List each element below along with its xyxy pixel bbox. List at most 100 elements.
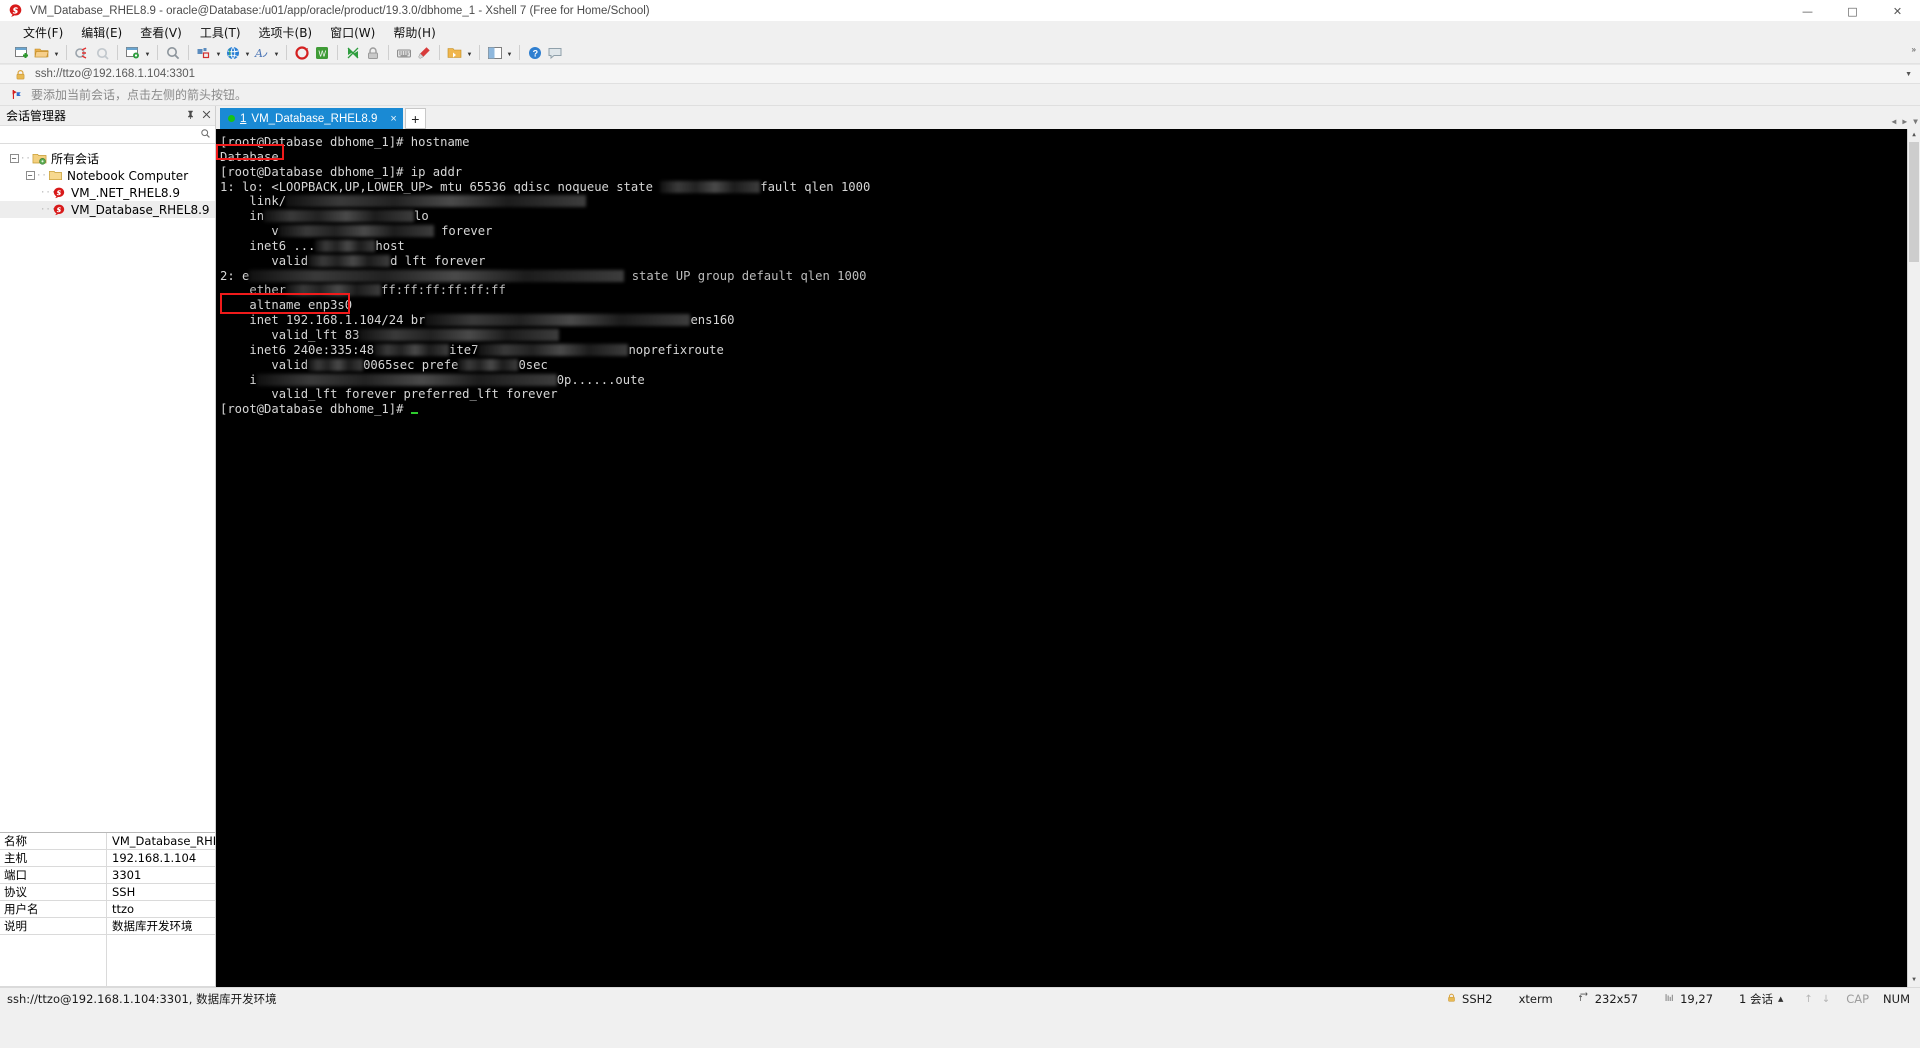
new-tab-button[interactable]: +: [404, 108, 426, 129]
close-button[interactable]: ✕: [1875, 0, 1920, 22]
layout-button[interactable]: [485, 43, 505, 63]
compose-pane-button[interactable]: [343, 43, 363, 63]
property-key: 协议: [0, 884, 107, 900]
table-row: 端口 3301: [0, 867, 215, 884]
table-row: 说明 数据库开发环境: [0, 918, 215, 935]
status-size-cell: 232x57: [1566, 988, 1651, 1011]
keyboard-button[interactable]: [394, 43, 414, 63]
menu-tabs[interactable]: 选项卡(B): [250, 22, 322, 43]
terminal-last-inet6-tail: 0p......oute: [556, 372, 645, 387]
property-port: 3301: [112, 868, 142, 882]
session-properties-caret-icon[interactable]: ▼: [143, 45, 152, 61]
menu-window[interactable]: 窗口(W): [321, 22, 384, 43]
folder-open-button[interactable]: [445, 43, 465, 63]
globe-icon: [227, 46, 239, 59]
session-manager-header: 会话管理器: [0, 106, 215, 126]
tree-node-all-sessions[interactable]: − ··· 所有会话: [0, 150, 215, 167]
help-button[interactable]: ?: [525, 43, 545, 63]
status-up-arrow-icon[interactable]: ↑: [1804, 994, 1812, 1005]
toolbar-overflow-icon[interactable]: »: [1912, 45, 1916, 54]
address-dropdown-icon[interactable]: ▼: [1905, 71, 1912, 78]
font-button[interactable]: A: [252, 43, 272, 63]
toolbar-separator: [157, 45, 158, 60]
tree-node-vm-database-rhel89[interactable]: ··· VM_Database_RHEL8.9: [0, 201, 215, 218]
scrollbar-thumb[interactable]: [1909, 142, 1919, 262]
record-icon: [295, 45, 309, 60]
menu-file[interactable]: 文件(F): [14, 22, 72, 43]
status-down-arrow-icon[interactable]: ↓: [1822, 994, 1830, 1005]
tab-nav-left-icon[interactable]: ◀: [1892, 117, 1897, 126]
maximize-button[interactable]: □: [1830, 0, 1875, 22]
status-sessions-caret-icon[interactable]: ▲: [1778, 995, 1783, 1003]
menu-edit[interactable]: 编辑(E): [72, 22, 131, 43]
scroll-up-icon[interactable]: ▲: [1908, 129, 1920, 142]
terminal-scrollbar[interactable]: ▲ ▼: [1907, 129, 1920, 987]
transfer-caret-icon[interactable]: ▼: [214, 45, 223, 61]
expander-icon[interactable]: −: [24, 167, 36, 184]
menu-view[interactable]: 查看(V): [131, 22, 191, 43]
tab-vm-database-rhel89[interactable]: 1 VM_Database_RHEL8.9 ×: [220, 108, 403, 129]
globe-button[interactable]: [223, 43, 243, 63]
record-button[interactable]: [292, 43, 312, 63]
session-tree[interactable]: − ··· 所有会话 − ··· Notebook Computer ··· V…: [0, 144, 215, 832]
terminal-inet-label: in: [249, 209, 265, 224]
toolbar-separator: [117, 45, 118, 60]
open-session-caret-icon[interactable]: ▼: [52, 45, 61, 61]
pin-icon[interactable]: [186, 110, 195, 122]
scroll-down-icon[interactable]: ▼: [1908, 974, 1920, 987]
toolbar-separator: [286, 45, 287, 60]
address-bar[interactable]: ssh://ttzo@192.168.1.104:3301 ▼: [0, 64, 1920, 84]
terminal-hostname-output: Database: [220, 149, 279, 164]
menu-tools[interactable]: 工具(T): [191, 22, 250, 43]
transfer-button[interactable]: [194, 43, 214, 63]
toolbar-separator: [388, 45, 389, 60]
redaction-block: [308, 254, 391, 267]
tab-close-icon[interactable]: ×: [382, 113, 396, 125]
log-button[interactable]: W: [312, 43, 332, 63]
tree-node-vm-net-rhel89[interactable]: ··· VM_.NET_RHEL8.9: [0, 184, 215, 201]
terminal-valid-forever: valid_lft forever preferred_lft forever: [271, 387, 558, 402]
table-row: 名称 VM_Database_RHE...: [0, 833, 215, 850]
status-sessions-cell[interactable]: 1 会话 ▲: [1726, 988, 1796, 1011]
font-caret-icon[interactable]: ▼: [272, 45, 281, 61]
session-properties-button[interactable]: [123, 43, 143, 63]
terminal-altname: altname enp3s0: [249, 298, 353, 313]
tree-node-notebook-computer[interactable]: − ··· Notebook Computer: [0, 167, 215, 184]
status-sessions-label: 1 会话: [1739, 992, 1774, 1006]
terminal-prompt-1: [root@Database dbhome_1]# hostname: [220, 135, 470, 149]
disconnect-button[interactable]: [72, 43, 92, 63]
terminal-lo-name: lo: [414, 209, 429, 224]
folder-open-caret-icon[interactable]: ▼: [465, 45, 474, 61]
lock-button[interactable]: [363, 43, 383, 63]
search-icon[interactable]: [200, 126, 211, 144]
globe-caret-icon[interactable]: ▼: [243, 45, 252, 61]
comment-icon: [548, 47, 562, 59]
terminal-valid-v: v: [271, 224, 279, 239]
menu-help[interactable]: 帮助(H): [384, 22, 444, 43]
close-icon[interactable]: [202, 110, 211, 122]
terminal-output[interactable]: [root@Database dbhome_1]# hostname Datab…: [216, 129, 1920, 987]
open-session-button[interactable]: [32, 43, 52, 63]
tab-nav-menu-icon[interactable]: ▼: [1913, 117, 1918, 126]
new-session-button[interactable]: [12, 43, 32, 63]
session-search-bar[interactable]: [0, 126, 215, 144]
tab-nav-right-icon[interactable]: ▶: [1902, 117, 1907, 126]
tree-connector: ···: [20, 153, 37, 164]
layout-caret-icon[interactable]: ▼: [505, 45, 514, 61]
reconnect-button[interactable]: [92, 43, 112, 63]
expander-icon[interactable]: −: [8, 150, 20, 167]
terminal-line: inet6 240e:335:48 ite7 noprefixroute: [220, 343, 1920, 358]
address-input[interactable]: ssh://ttzo@192.168.1.104:3301: [35, 68, 195, 80]
status-arrows-cell[interactable]: ↑ ↓: [1796, 988, 1838, 1011]
terminal-sec-label: 0065sec prefe: [363, 357, 459, 372]
tree-connector: ···: [40, 204, 57, 215]
highlight-button[interactable]: [414, 43, 434, 63]
terminal-last-inet6: i: [249, 372, 257, 387]
minimize-button[interactable]: —: [1785, 0, 1830, 22]
find-button[interactable]: [163, 43, 183, 63]
comment-button[interactable]: [545, 43, 565, 63]
property-key: 主机: [0, 850, 107, 866]
terminal-ether-label: ether: [249, 283, 287, 298]
session-manager-pane: 会话管理器 − ··· 所有会话 − ··· Notebook Computer…: [0, 106, 216, 987]
terminal-valid-tail: d lft forever: [390, 253, 486, 268]
